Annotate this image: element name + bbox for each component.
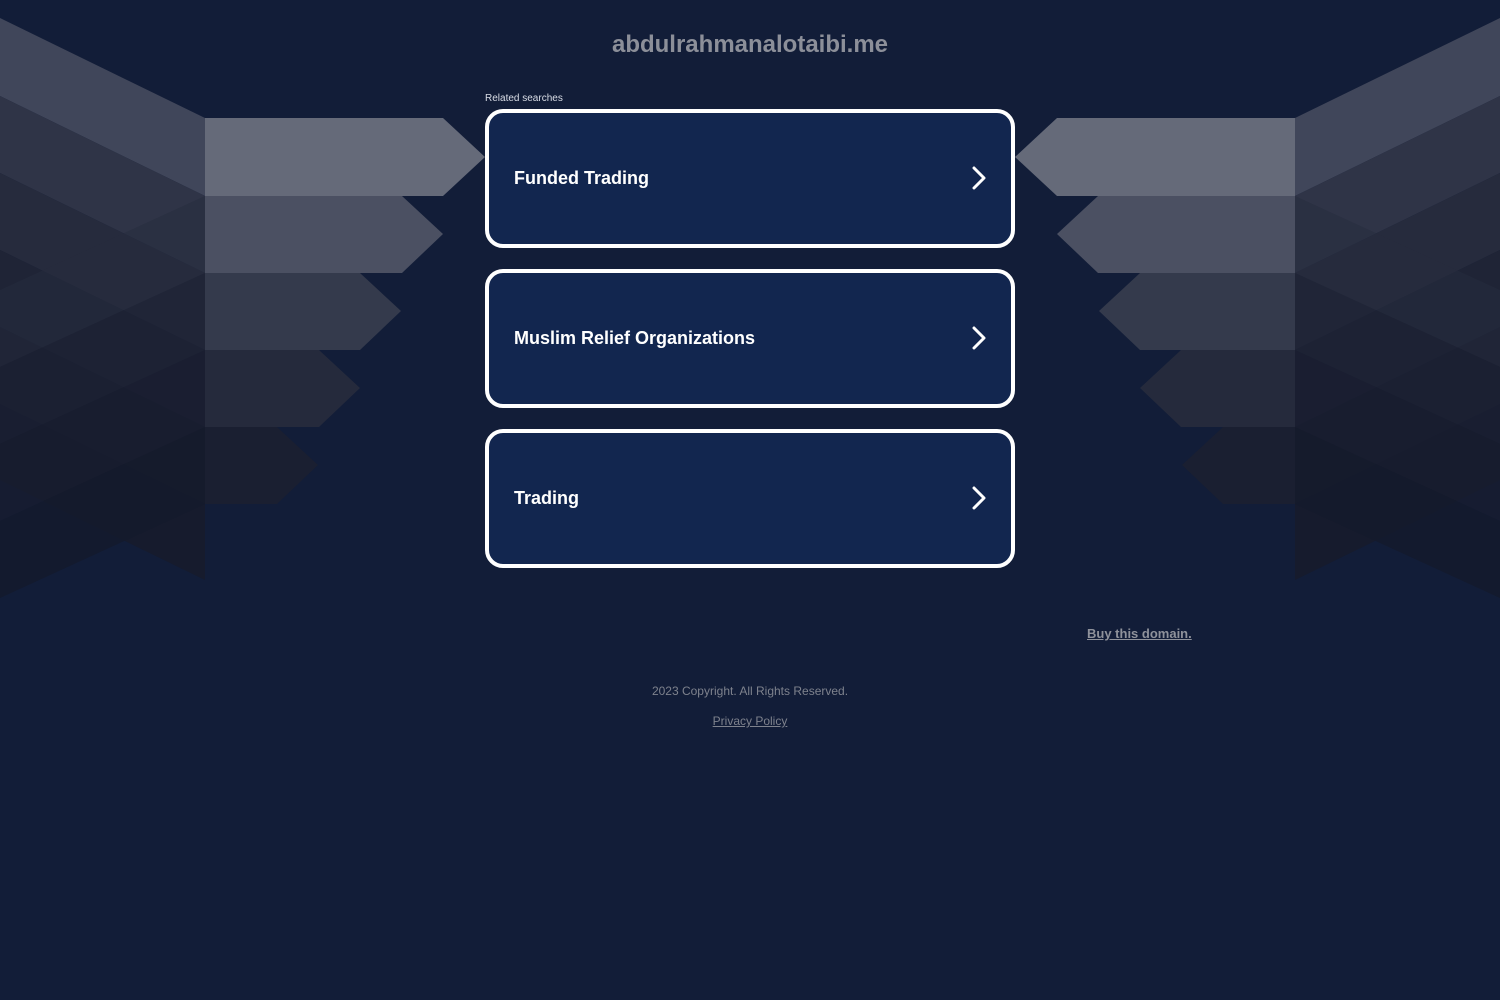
related-searches-label: Related searches	[485, 93, 563, 104]
copyright-text: 2023 Copyright. All Rights Reserved.	[651, 684, 849, 698]
domain-title: abdulrahmanalotaibi.me	[611, 31, 889, 58]
privacy-policy-row: Privacy Policy	[0, 714, 1500, 728]
related-search-label: Muslim Relief Organizations	[514, 328, 756, 348]
chevron-right-icon	[972, 326, 986, 350]
chevron-right-icon	[972, 486, 986, 510]
chevron-right-icon	[972, 166, 986, 190]
parked-domain-page: abdulrahmanalotaibi.me Related searches …	[0, 0, 1500, 1000]
related-search-link-muslim-relief-organizations[interactable]: Muslim Relief Organizations	[485, 269, 1015, 408]
related-search-link-trading[interactable]: Trading	[485, 429, 1015, 568]
related-search-link-funded-trading[interactable]: Funded Trading	[485, 109, 1015, 248]
related-search-label: Trading	[514, 488, 580, 508]
related-search-label: Funded Trading	[514, 168, 649, 188]
buy-domain-link[interactable]: Buy this domain.	[1087, 626, 1192, 641]
privacy-policy-link[interactable]: Privacy Policy	[713, 714, 788, 728]
